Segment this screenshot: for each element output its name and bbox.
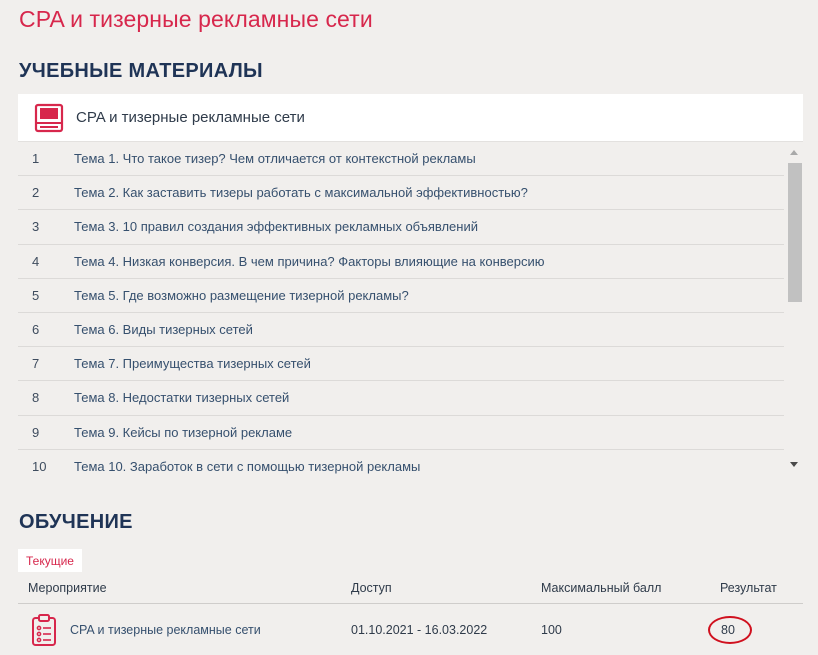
materials-section-title: УЧЕБНЫЕ МАТЕРИАЛЫ xyxy=(19,60,263,82)
scroll-thumb[interactable] xyxy=(788,163,802,302)
topic-title-link[interactable]: Тема 7. Преимущества тизерных сетей xyxy=(74,356,784,371)
topic-number: 6 xyxy=(32,322,40,338)
training-section-title: ОБУЧЕНИЕ xyxy=(19,511,133,533)
topic-title-link[interactable]: Тема 2. Как заставить тизеры работать с … xyxy=(74,185,784,200)
topic-number: 4 xyxy=(32,253,40,269)
topic-title-link[interactable]: Тема 6. Виды тизерных сетей xyxy=(74,322,784,337)
topic-title-link[interactable]: Тема 3. 10 правил создания эффективных р… xyxy=(74,219,784,234)
event-max-score: 100 xyxy=(541,623,562,637)
column-header-event: Мероприятие xyxy=(28,580,107,595)
topic-title-link[interactable]: Тема 10. Заработок в сети с помощью тизе… xyxy=(74,459,784,474)
list-item[interactable]: 2 Тема 2. Как заставить тизеры работать с… xyxy=(18,176,784,211)
tab-current[interactable]: Текущие xyxy=(18,549,82,572)
topic-number: 7 xyxy=(32,356,40,372)
event-title-link[interactable]: CPA и тизерные рекламные сети xyxy=(70,623,261,637)
list-item[interactable]: 3 Тема 3. 10 правил создания эффективных … xyxy=(18,210,784,245)
list-item[interactable]: 5 Тема 5. Где возможно размещение тизерно… xyxy=(18,279,784,313)
topic-number: 5 xyxy=(32,287,40,303)
topics-list: 1 Тема 1. Что такое тизер? Чем отличается… xyxy=(18,142,784,484)
list-item[interactable]: 8 Тема 8. Недостатки тизерных сетей xyxy=(18,381,784,416)
list-item[interactable]: 4 Тема 4. Низкая конверсия. В чем причина… xyxy=(18,245,784,279)
topics-scrollbar[interactable] xyxy=(785,142,803,484)
scroll-up-arrow-icon[interactable] xyxy=(790,150,798,155)
topic-number: 3 xyxy=(32,219,40,235)
event-access-dates: 01.10.2021 - 16.03.2022 xyxy=(351,623,488,637)
topic-number: 2 xyxy=(32,185,40,201)
list-item[interactable]: 9 Тема 9. Кейсы по тизерной рекламе xyxy=(18,416,784,450)
topic-title-link[interactable]: Тема 4. Низкая конверсия. В чем причина?… xyxy=(74,254,784,269)
topic-title-link[interactable]: Тема 8. Недостатки тизерных сетей xyxy=(74,390,784,405)
list-item[interactable]: 6 Тема 6. Виды тизерных сетей xyxy=(18,313,784,348)
clipboard-list-icon xyxy=(32,614,56,646)
list-item[interactable]: 7 Тема 7. Преимущества тизерных сетей xyxy=(18,347,784,382)
book-icon xyxy=(34,103,64,132)
topic-title-link[interactable]: Тема 5. Где возможно размещение тизерной… xyxy=(74,288,784,303)
result-value: 80 xyxy=(721,623,735,637)
topic-number: 8 xyxy=(32,390,40,406)
training-table-header: Мероприятие Доступ Максимальный балл Рез… xyxy=(18,572,803,604)
course-card[interactable]: CPA и тизерные рекламные сети xyxy=(18,94,803,142)
topics-list-panel: 1 Тема 1. Что такое тизер? Чем отличается… xyxy=(18,142,803,484)
scroll-down-arrow-icon[interactable] xyxy=(790,462,798,467)
list-item[interactable]: 1 Тема 1. Что такое тизер? Чем отличается… xyxy=(18,142,784,177)
column-header-result: Результат xyxy=(720,580,777,595)
column-header-max-score: Максимальный балл xyxy=(541,580,662,595)
course-card-title: CPA и тизерные рекламные сети xyxy=(76,109,305,126)
topic-number: 1 xyxy=(32,151,40,167)
event-result: 80 xyxy=(708,616,752,644)
column-header-access: Доступ xyxy=(351,580,392,595)
page-title: CPA и тизерные рекламные сети xyxy=(19,6,373,32)
table-row[interactable]: CPA и тизерные рекламные сети 01.10.2021… xyxy=(18,605,803,655)
list-item[interactable]: 10 Тема 10. Заработок в сети с помощью ти… xyxy=(18,450,784,484)
topic-title-link[interactable]: Тема 1. Что такое тизер? Чем отличается … xyxy=(74,151,784,166)
topic-number: 10 xyxy=(32,459,47,475)
topic-number: 9 xyxy=(32,424,40,440)
topic-title-link[interactable]: Тема 9. Кейсы по тизерной рекламе xyxy=(74,425,784,440)
